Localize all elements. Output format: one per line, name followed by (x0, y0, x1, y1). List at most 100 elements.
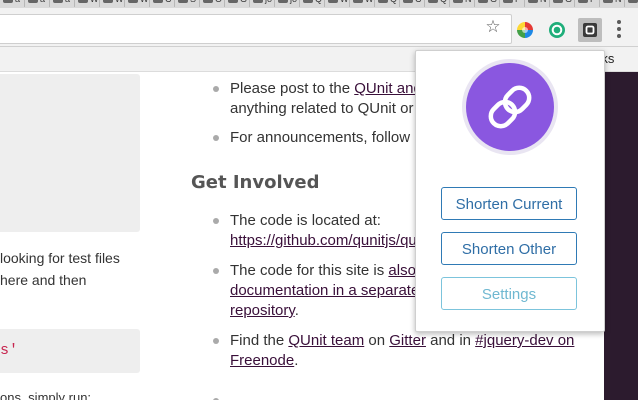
browser-tab[interactable]: G (625, 0, 638, 7)
list-item-text: and in (425, 332, 476, 349)
tab-title: W (90, 0, 99, 4)
tab-title: jo (265, 0, 272, 4)
left-text-line: here and then (0, 272, 87, 288)
list-item-text: Please post to the (230, 80, 355, 97)
tab-title: G (240, 0, 247, 4)
section-heading: Get Involved (191, 172, 320, 193)
tab-favicon-icon (78, 0, 88, 3)
tab-favicon-icon (178, 0, 188, 3)
bullet-dot (213, 268, 219, 274)
pinwheel-extension-icon[interactable] (516, 21, 534, 39)
browser-tab[interactable]: G (475, 0, 500, 7)
tab-favicon-icon (103, 0, 113, 3)
tab-title: N (540, 0, 547, 4)
qunit-team-link[interactable]: QUnit team (288, 332, 364, 349)
shortener-extension-icon[interactable] (578, 18, 602, 42)
gitter-link[interactable]: Gitter (389, 332, 426, 349)
browser-tab[interactable]: a (0, 0, 25, 7)
browser-tab[interactable]: N (600, 0, 625, 7)
green-ring-extension-icon[interactable] (548, 21, 566, 39)
browser-tab[interactable]: a (25, 0, 50, 7)
browser-tab[interactable]: C (400, 0, 425, 7)
tab-title: N (465, 0, 472, 4)
tab-favicon-icon (353, 0, 363, 3)
browser-tab[interactable]: G (225, 0, 250, 7)
browser-tab[interactable]: O (200, 0, 225, 7)
browser-tab[interactable]: S (175, 0, 200, 7)
logo-ring (462, 59, 558, 155)
tab-title: Q (390, 0, 397, 4)
tab-title: W (140, 0, 149, 4)
star-icon[interactable]: ☆ (484, 18, 502, 36)
tab-title: W (340, 0, 349, 4)
browser-tab[interactable]: W (325, 0, 350, 7)
repository-link[interactable]: repository (230, 302, 295, 319)
list-item-text: . (294, 352, 299, 369)
list-item-text: Find the (230, 332, 289, 349)
qunit-forum-link[interactable]: QUnit and (354, 80, 422, 97)
tab-title: C (165, 0, 172, 4)
browser-tab[interactable]: N (525, 0, 550, 7)
tab-favicon-icon (203, 0, 213, 3)
bullet-dot (213, 218, 219, 224)
tab-favicon-icon (153, 0, 163, 3)
tab-favicon-icon (628, 0, 638, 3)
browser-tab[interactable]: W (125, 0, 150, 7)
browser-tab[interactable]: a (50, 0, 75, 7)
browser-tab[interactable]: W (350, 0, 375, 7)
site-code-link[interactable]: also (388, 262, 416, 279)
browser-toolbar: ☆ (0, 8, 638, 47)
jquery-dev-link[interactable]: #jquery-dev on (475, 332, 574, 349)
list-item-text: The code is located at: (230, 212, 381, 229)
browser-tab[interactable]: G (550, 0, 575, 7)
freenode-link[interactable]: Freenode (230, 352, 294, 369)
left-text-line: looking for test files (0, 250, 120, 266)
browser-tab[interactable]: W (100, 0, 125, 7)
browser-tab[interactable]: Q (425, 0, 450, 7)
tab-title: a (15, 0, 20, 4)
tab-favicon-icon (253, 0, 263, 3)
menu-dots-icon[interactable] (613, 20, 625, 40)
tab-title: W (365, 0, 374, 4)
tab-favicon-icon (228, 0, 238, 3)
list-item-text: For announcements, follow (230, 129, 411, 146)
list-item: Freenode. (230, 351, 298, 371)
bullet-dot (213, 338, 219, 344)
bullet-dot (213, 135, 219, 141)
browser-tab[interactable]: W (75, 0, 100, 7)
browser-tab[interactable]: Q (300, 0, 325, 7)
github-repo-link[interactable]: https://github.com/qunitjs/qu (230, 232, 417, 249)
browser-tab[interactable]: N (450, 0, 475, 7)
tab-title: a (65, 0, 70, 4)
browser-tab[interactable]: P (500, 0, 525, 7)
tab-title: Q (440, 0, 447, 4)
browser-tab[interactable]: C (150, 0, 175, 7)
tab-title: G (565, 0, 572, 4)
address-bar[interactable] (0, 14, 512, 44)
tab-title: F (590, 0, 596, 4)
browser-tab[interactable]: Q (375, 0, 400, 7)
browser-tab[interactable]: jo (250, 0, 275, 7)
tab-title: Q (315, 0, 322, 4)
list-item: The code for this site is also (230, 261, 416, 281)
tab-favicon-icon (453, 0, 463, 3)
list-item-text: on (364, 332, 390, 349)
tab-favicon-icon (328, 0, 338, 3)
tab-favicon-icon (3, 0, 13, 3)
shorten-other-button[interactable]: Shorten Other (441, 232, 577, 265)
documentation-link[interactable]: documentation in a separate (230, 282, 419, 299)
list-item-text: anything related to QUnit or (230, 100, 414, 117)
shorten-current-button[interactable]: Shorten Current (441, 187, 577, 220)
tab-title: a (40, 0, 45, 4)
list-item: Please post to the QUnit and (230, 79, 422, 99)
settings-button[interactable]: Settings (441, 277, 577, 310)
tab-favicon-icon (128, 0, 138, 3)
tab-favicon-icon (428, 0, 438, 3)
browser-tab[interactable]: jo (275, 0, 300, 7)
tab-favicon-icon (378, 0, 388, 3)
tab-favicon-icon (528, 0, 538, 3)
tab-title: jo (290, 0, 297, 4)
browser-tab[interactable]: F (575, 0, 600, 7)
tab-title: P (515, 0, 521, 4)
bullet-dot (213, 86, 219, 92)
